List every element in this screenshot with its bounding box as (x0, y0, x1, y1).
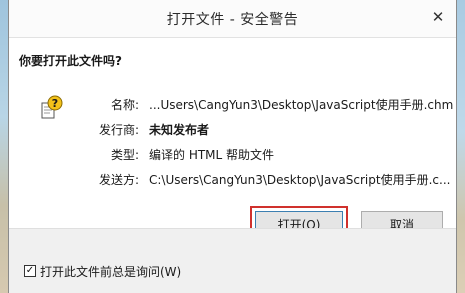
field-value-type: 编译的 HTML 帮助文件 (149, 148, 275, 162)
always-ask-checkbox[interactable]: ✓ (24, 265, 36, 277)
close-icon: ✕ (431, 8, 445, 26)
field-value-from: C:\Users\CangYun3\Desktop\JavaScript使用手册… (149, 173, 451, 187)
dialog-question: 你要打开此文件吗? (19, 54, 122, 68)
field-label-name: 名称: (110, 98, 139, 112)
field-label-from: 发送方: (98, 173, 139, 187)
dialog-footer (9, 228, 456, 293)
field-value-name: ...Users\CangYun3\Desktop\JavaScript使用手册… (149, 98, 454, 112)
dialog-body: 你要打开此文件吗? ? 名称: ...Users\CangYun3\Deskto… (9, 38, 456, 228)
security-warning-dialog: 打开文件 - 安全警告 ✕ 你要打开此文件吗? ? 名称: ...Users\C… (8, 0, 457, 293)
close-button[interactable]: ✕ (426, 6, 450, 28)
svg-text:?: ? (52, 97, 58, 110)
screen: 打开文件 - 安全警告 ✕ 你要打开此文件吗? ? 名称: ...Users\C… (0, 0, 465, 293)
checkmark-icon: ✓ (25, 265, 35, 276)
always-ask-label[interactable]: 打开此文件前总是询问(W) (40, 263, 181, 280)
field-label-publisher: 发行商: (98, 123, 139, 137)
window-title: 打开文件 - 安全警告 (166, 12, 299, 28)
field-value-publisher: 未知发布者 (149, 123, 210, 137)
file-warning-icon: ? (41, 95, 63, 119)
title-bar[interactable]: 打开文件 - 安全警告 ✕ (9, 0, 456, 38)
field-label-type: 类型: (110, 148, 139, 162)
